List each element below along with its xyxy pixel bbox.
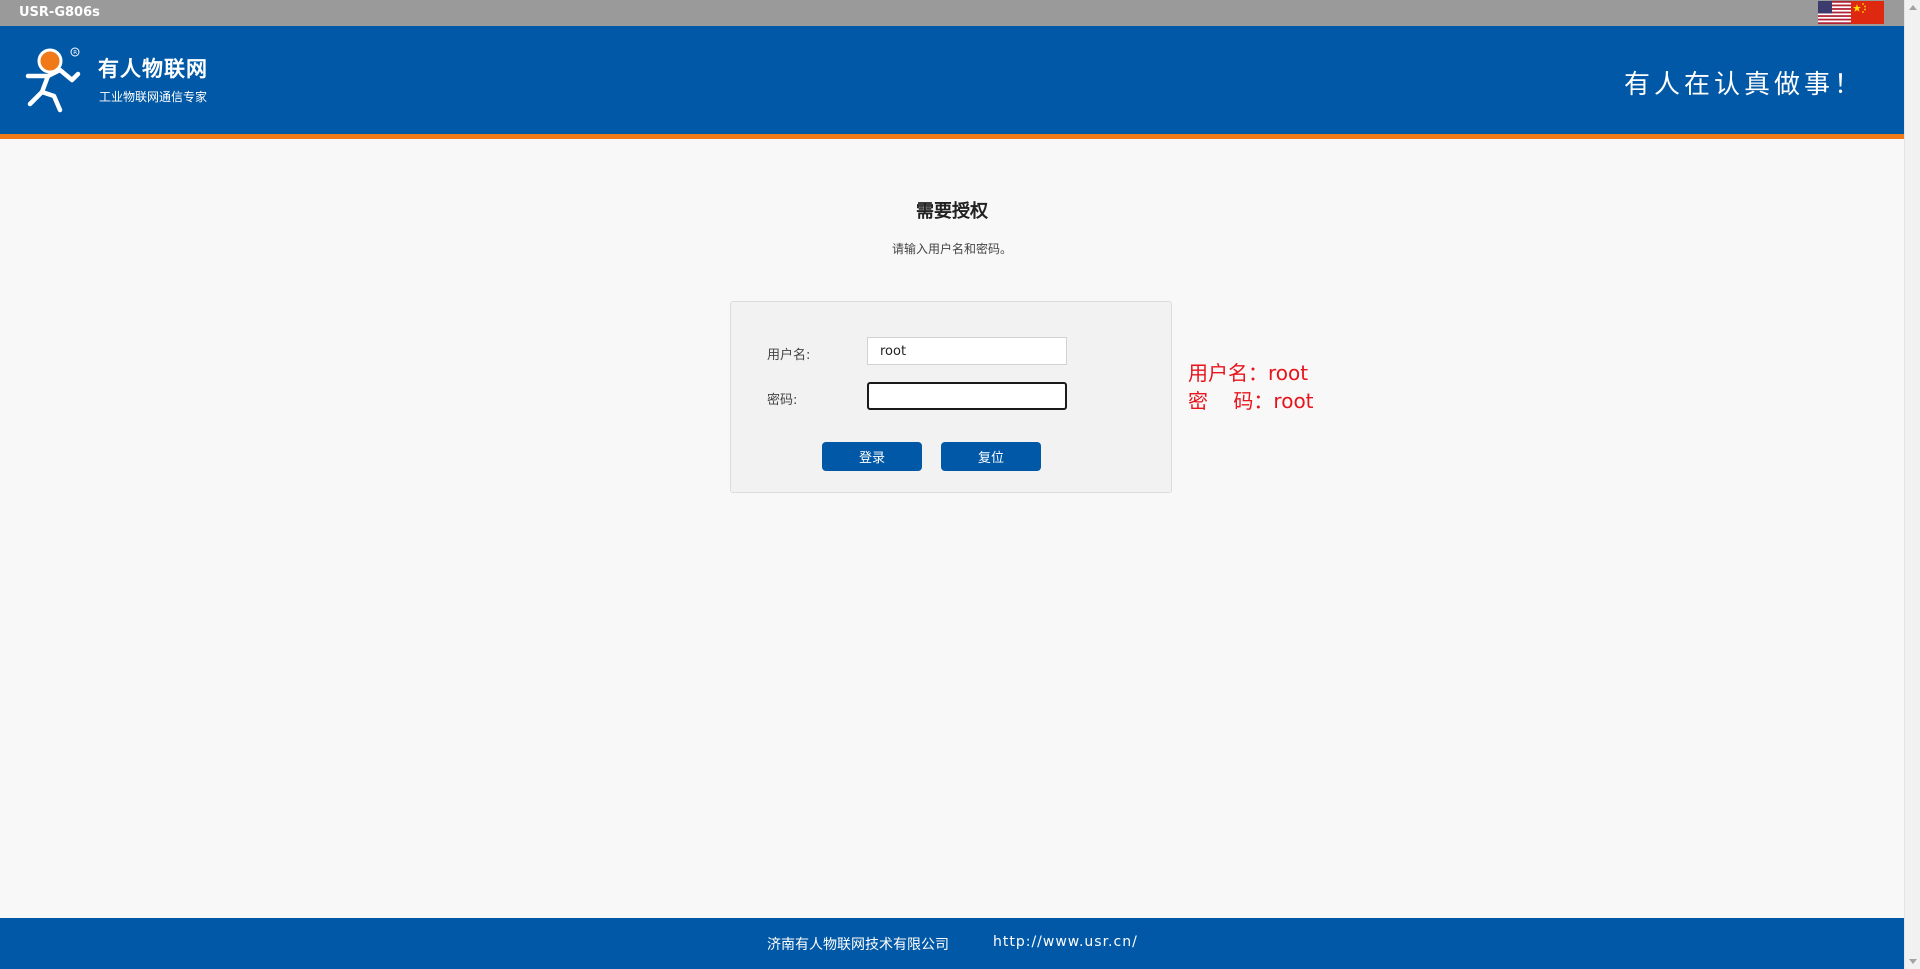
footer-company: 济南有人物联网技术有限公司: [767, 937, 949, 953]
scroll-down-icon[interactable]: [1909, 959, 1917, 964]
brand-tagline: 工业物联网通信专家: [99, 90, 208, 104]
cn-flag-icon[interactable]: [1851, 1, 1884, 24]
language-switcher: [1818, 1, 1884, 24]
reset-button[interactable]: 复位: [941, 442, 1041, 471]
username-label: 用户名:: [767, 348, 811, 363]
password-field[interactable]: [867, 382, 1067, 410]
top-strip: USR-G806s: [0, 0, 1920, 26]
site-footer: 济南有人物联网技术有限公司 http://www.usr.cn/: [0, 918, 1904, 969]
login-form: 用户名: 密码: 登录 复位: [730, 301, 1172, 493]
header-slogan: 有人在认真做事！: [1623, 70, 1864, 100]
credential-hint-username: 用户名：root: [1188, 361, 1309, 385]
password-label: 密码:: [767, 393, 798, 408]
brand-name: 有人物联网: [98, 57, 208, 81]
scroll-up-icon[interactable]: [1909, 5, 1917, 10]
page-title: 需要授权: [916, 201, 988, 222]
site-header: R 有人物联网 工业物联网通信专家 有人在认真做事！: [0, 26, 1904, 134]
credential-hint-password: 密 码：root: [1188, 389, 1314, 413]
device-name: USR-G806s: [19, 5, 100, 20]
usr-logo-icon: R: [25, 47, 81, 113]
vertical-scrollbar[interactable]: [1904, 0, 1920, 969]
page-subtitle: 请输入用户名和密码。: [891, 242, 1012, 256]
svg-text:R: R: [73, 50, 77, 56]
username-field[interactable]: [867, 337, 1067, 365]
header-accent-stripe: [0, 134, 1904, 139]
us-flag-icon[interactable]: [1818, 1, 1851, 24]
login-button[interactable]: 登录: [822, 442, 922, 471]
footer-website-link[interactable]: http://www.usr.cn/: [993, 934, 1138, 950]
